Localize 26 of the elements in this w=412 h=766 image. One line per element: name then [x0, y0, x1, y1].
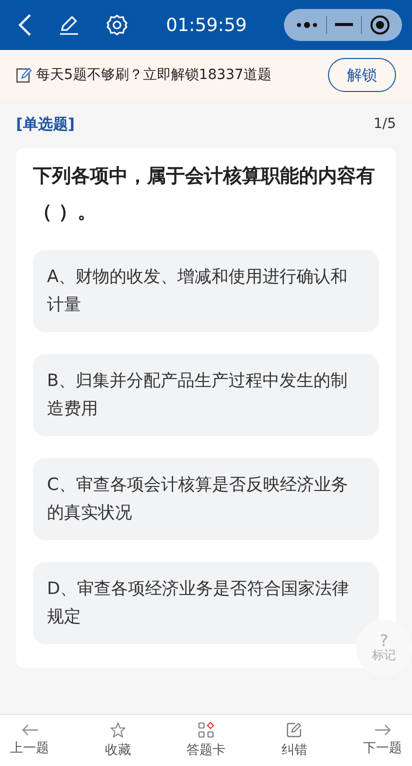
answer-option[interactable]: B、归集并分配产品生产过程中发生的制造费用	[33, 354, 379, 436]
star-icon	[110, 722, 126, 738]
timer: 01:59:59	[166, 14, 248, 36]
question-text: 下列各项中，属于会计核算职能的内容有（ ）。	[33, 164, 376, 225]
settings-icon[interactable]	[106, 14, 128, 36]
close-icon[interactable]	[370, 15, 390, 35]
favorite-nav-button[interactable]: 收藏	[100, 715, 135, 766]
answer-option[interactable]: C、审查各项会计核算是否反映经济业务的真实状况	[33, 458, 379, 540]
right-arrow-icon	[374, 724, 392, 736]
back-icon[interactable]	[18, 13, 32, 37]
pencil-icon[interactable]	[58, 14, 80, 36]
left-arrow-icon	[20, 724, 38, 736]
more-icon[interactable]	[296, 21, 318, 29]
edit-note-icon	[16, 67, 32, 83]
question-type: [单选题]	[16, 114, 75, 134]
promo-text: 每天5题不够刷？立即解锁18337道题	[36, 66, 272, 84]
answer-option[interactable]: A、财物的收发、增减和使用进行确认和计量	[33, 250, 379, 332]
error-nav-button[interactable]: 纠错	[277, 715, 312, 766]
prev-nav-button[interactable]: 上一题	[6, 715, 53, 766]
answer-option[interactable]: D、审查各项经济业务是否符合国家法律规定	[33, 562, 379, 644]
edit-icon	[286, 722, 302, 738]
card-nav-button[interactable]: 答题卡	[182, 715, 230, 766]
grid-icon	[198, 722, 214, 738]
minimize-icon[interactable]	[335, 23, 353, 27]
unlock-button[interactable]: 解锁	[328, 58, 396, 92]
next-nav-button[interactable]: 下一题	[359, 715, 406, 766]
